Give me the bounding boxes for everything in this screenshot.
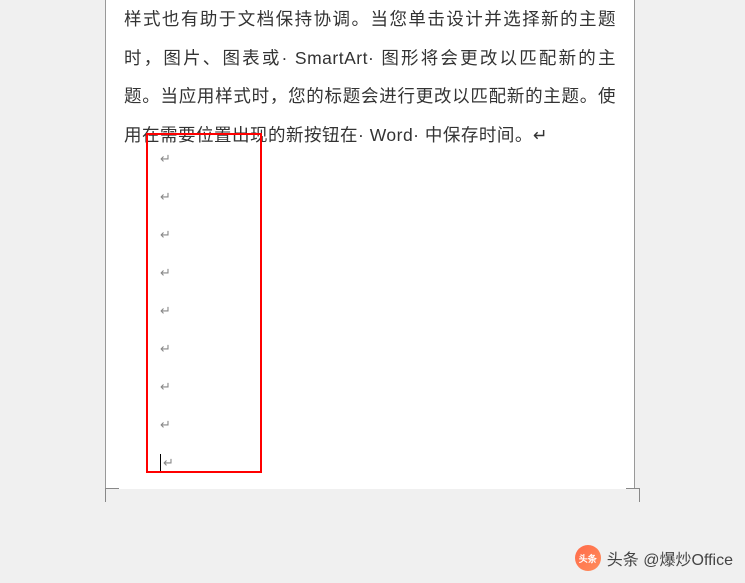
paragraph-mark-icon: ↵ (160, 303, 171, 319)
empty-paragraph[interactable]: ↵ (160, 254, 260, 292)
paragraph-mark-icon: ↵ (163, 455, 174, 471)
watermark-handle: @爆炒Office (643, 552, 733, 569)
page-margin-corner-right (620, 488, 640, 508)
page-content: 样式也有助于文档保持协调。当您单击设计并选择新的主题时，图片、图表或· Smar… (106, 0, 634, 154)
body-paragraph[interactable]: 样式也有助于文档保持协调。当您单击设计并选择新的主题时，图片、图表或· Smar… (124, 0, 616, 154)
empty-paragraph[interactable]: ↵ (160, 216, 260, 254)
empty-paragraph[interactable]: ↵ (160, 406, 260, 444)
paragraph-mark-icon: ↵ (160, 265, 171, 281)
paragraph-mark-icon: ↵ (160, 417, 171, 433)
page-margin-corner-left (105, 488, 125, 508)
paragraph-mark-icon: ↵ (160, 227, 171, 243)
empty-paragraph[interactable]: ↵ (160, 330, 260, 368)
paragraph-mark-icon: ↵ (160, 189, 171, 205)
empty-paragraph[interactable]: ↵ (160, 178, 260, 216)
text-cursor (160, 454, 161, 472)
paragraph-mark-icon: ↵ (160, 341, 171, 357)
empty-paragraphs-region[interactable]: ↵ ↵ ↵ ↵ ↵ ↵ ↵ ↵ ↵ (160, 140, 260, 482)
watermark-text: 头条 @爆炒Office (607, 546, 733, 570)
watermark: 头条 头条 @爆炒Office (575, 545, 733, 571)
empty-paragraph[interactable]: ↵ (160, 292, 260, 330)
empty-paragraph[interactable]: ↵ (160, 444, 260, 482)
empty-paragraph[interactable]: ↵ (160, 140, 260, 178)
paragraph-mark-icon: ↵ (160, 379, 171, 395)
empty-paragraph[interactable]: ↵ (160, 368, 260, 406)
watermark-avatar-icon: 头条 (575, 545, 601, 571)
paragraph-mark-icon: ↵ (160, 151, 171, 167)
watermark-prefix: 头条 (607, 552, 639, 569)
